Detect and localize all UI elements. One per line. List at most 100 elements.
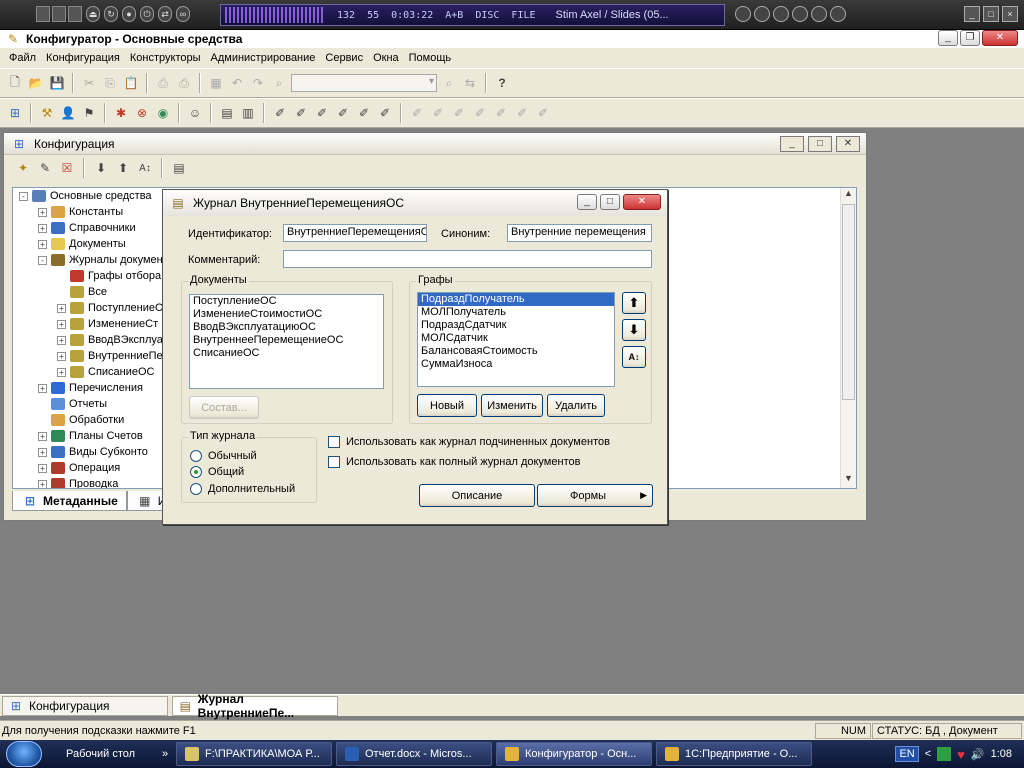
expand-icon[interactable]: +: [38, 207, 47, 217]
expand-icon[interactable]: +: [38, 383, 47, 393]
list-item[interactable]: ВводВЭксплуатациюОС: [190, 321, 383, 334]
task-explorer[interactable]: F:\ПРАКТИКА\МОА Р...: [176, 742, 332, 766]
window-tab-journal[interactable]: ▤ Журнал ВнутренниеПе...: [172, 692, 338, 720]
copy-icon[interactable]: ⎘: [101, 74, 119, 92]
type-common-radio[interactable]: Общий: [190, 466, 244, 478]
documents-list[interactable]: ПоступлениеОС ИзменениеСтоимостиОС ВводВ…: [189, 294, 384, 389]
menu-administration[interactable]: Администрирование: [206, 52, 321, 64]
form-edit-icon[interactable]: ▤: [218, 104, 236, 122]
stop2-icon[interactable]: [830, 6, 846, 22]
media-controls[interactable]: ⏏ ↻ ● ⏻ ⇄ ∞: [86, 6, 190, 22]
print-icon[interactable]: ⎙: [154, 74, 172, 92]
undo-icon[interactable]: ↶: [228, 74, 246, 92]
type-ordinary-radio[interactable]: Обычный: [190, 450, 257, 462]
expand-icon[interactable]: +: [57, 319, 66, 329]
expand-icon[interactable]: +: [57, 351, 66, 361]
stop-icon[interactable]: [754, 6, 770, 22]
config-maximize-button[interactable]: □: [808, 136, 832, 152]
tool-j-icon[interactable]: ✐: [471, 104, 489, 122]
tool-c-icon[interactable]: ✐: [313, 104, 331, 122]
description-button[interactable]: Описание: [419, 484, 535, 507]
close-icon[interactable]: ×: [1002, 6, 1018, 22]
delete-graph-button[interactable]: Удалить: [547, 394, 605, 417]
open-folder-icon[interactable]: 📂: [27, 74, 45, 92]
delete-object-icon[interactable]: ☒: [58, 159, 76, 177]
media-file-label[interactable]: FILE: [511, 10, 535, 21]
menu-file[interactable]: Файл: [4, 52, 41, 64]
tool-i-icon[interactable]: ✐: [450, 104, 468, 122]
collapse-icon[interactable]: -: [19, 191, 28, 201]
subordinate-journal-checkbox[interactable]: Использовать как журнал подчиненных доку…: [328, 436, 610, 448]
tab-metadata[interactable]: ⊞ Метаданные: [12, 491, 127, 511]
sort-icon[interactable]: A↕: [136, 159, 154, 177]
synonym-field[interactable]: Внутренние перемещения: [507, 224, 652, 242]
heart-icon[interactable]: ♥: [957, 747, 965, 762]
tool-m-icon[interactable]: ✐: [534, 104, 552, 122]
list-item[interactable]: СписаниеОС: [190, 347, 383, 360]
app-close-button[interactable]: ✕: [982, 30, 1018, 46]
identifier-field[interactable]: ВнутренниеПеремещенияО: [283, 224, 427, 242]
tool-b-icon[interactable]: ✐: [292, 104, 310, 122]
list-item[interactable]: ПодраздСдатчик: [418, 319, 614, 332]
expand-icon[interactable]: +: [38, 239, 47, 249]
new-graph-button[interactable]: Новый: [417, 394, 477, 417]
list-item[interactable]: СуммаИзноса: [418, 358, 614, 371]
menu-windows[interactable]: Окна: [368, 52, 404, 64]
graph-move-up-button[interactable]: ⬆: [622, 292, 646, 314]
compose-button[interactable]: Состав...: [189, 396, 259, 419]
tree-icon[interactable]: ⊞: [6, 104, 24, 122]
media-disc-label[interactable]: DISC: [475, 10, 499, 21]
tool-g-icon[interactable]: ✐: [408, 104, 426, 122]
tool-h-icon[interactable]: ✐: [429, 104, 447, 122]
new-object-icon[interactable]: ✦: [14, 159, 32, 177]
loop-icon[interactable]: ∞: [176, 6, 190, 22]
users-icon[interactable]: 👤: [59, 104, 77, 122]
paste-icon[interactable]: 📋: [122, 74, 140, 92]
cut-icon[interactable]: ✂: [80, 74, 98, 92]
task-configurator[interactable]: Конфигуратор - Осн...: [496, 742, 652, 766]
list-item[interactable]: ПоступлениеОС: [190, 295, 383, 308]
redo-icon[interactable]: ↷: [249, 74, 267, 92]
run-icon[interactable]: ◉: [154, 104, 172, 122]
comment-field[interactable]: [283, 250, 652, 268]
window-tab-configuration[interactable]: ⊞ Конфигурация: [2, 695, 168, 716]
next-icon[interactable]: [811, 6, 827, 22]
prev-icon[interactable]: [735, 6, 751, 22]
forms-button[interactable]: Формы ▶: [537, 484, 653, 507]
wizard-icon[interactable]: ⚒: [38, 104, 56, 122]
toolbar-chevron-icon[interactable]: »: [162, 748, 176, 760]
language-indicator[interactable]: EN: [895, 746, 919, 762]
menu-help[interactable]: Помощь: [404, 52, 457, 64]
find-next-icon[interactable]: ⌕: [440, 74, 458, 92]
list-item[interactable]: БалансоваяСтоимость: [418, 345, 614, 358]
edit-object-icon[interactable]: ✎: [36, 159, 54, 177]
clock[interactable]: 1:08: [991, 748, 1012, 760]
replace-icon[interactable]: ⇆: [461, 74, 479, 92]
graph-move-down-button[interactable]: ⬇: [622, 319, 646, 341]
rights-icon[interactable]: ⚑: [80, 104, 98, 122]
print-preview-icon[interactable]: ⎙: [175, 74, 193, 92]
media-mode-buttons[interactable]: [36, 6, 82, 22]
find-icon[interactable]: ⌕: [270, 74, 288, 92]
task-word[interactable]: Отчет.docx - Micros...: [336, 742, 492, 766]
tool-k-icon[interactable]: ✐: [492, 104, 510, 122]
expand-icon[interactable]: +: [57, 335, 66, 345]
menu-configuration[interactable]: Конфигурация: [41, 52, 125, 64]
expand-icon[interactable]: +: [38, 463, 47, 473]
start-button[interactable]: [6, 741, 42, 767]
task-enterprise[interactable]: 1С:Предприятие - О...: [656, 742, 812, 766]
list-item-selected[interactable]: ПодраздПолучатель: [418, 293, 614, 306]
config-minimize-button[interactable]: _: [780, 136, 804, 152]
play-icon[interactable]: [773, 6, 789, 22]
graph-sort-button[interactable]: A↕: [622, 346, 646, 368]
journal-dialog-titlebar[interactable]: ▤ Журнал ВнутренниеПеремещенияОС _ □ ✕: [163, 190, 667, 216]
expand-icon[interactable]: +: [57, 303, 66, 313]
graphs-list[interactable]: ПодраздПолучатель МОЛПолучатель ПодраздС…: [417, 292, 615, 387]
expand-icon[interactable]: +: [38, 479, 47, 488]
list-item[interactable]: ИзменениеСтоимостиОС: [190, 308, 383, 321]
volume-icon[interactable]: 🔊: [971, 748, 985, 761]
full-journal-checkbox[interactable]: Использовать как полный журнал документо…: [328, 456, 580, 468]
menu-constructors[interactable]: Конструкторы: [125, 52, 206, 64]
app-icon[interactable]: ✎: [4, 30, 22, 48]
new-file-icon[interactable]: 🗋: [6, 74, 24, 92]
